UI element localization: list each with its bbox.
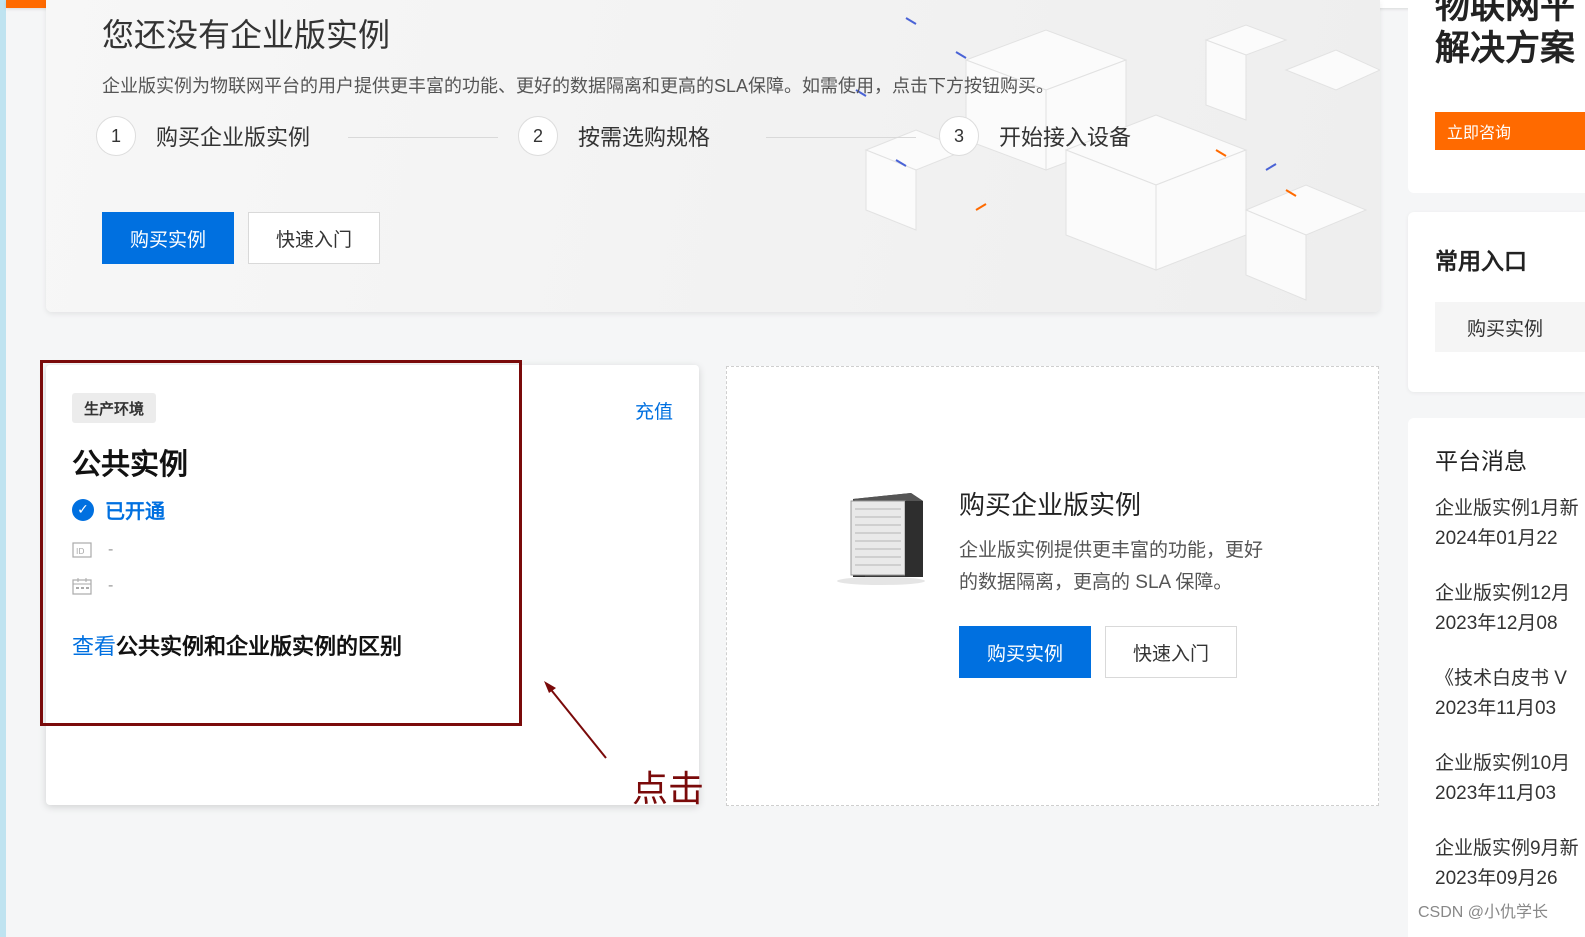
message-title: 企业版实例1月新 bbox=[1435, 498, 1579, 519]
message-item[interactable]: 企业版实例12月 2023年12月08 bbox=[1435, 579, 1585, 639]
message-item[interactable]: 企业版实例10月 2023年11月03 bbox=[1435, 749, 1585, 809]
enterprise-empty-hero: 您还没有企业版实例 企业版实例为物联网平台的用户提供更丰富的功能、更好的数据隔离… bbox=[46, 0, 1380, 312]
step-2: 2 按需选购规格 bbox=[518, 116, 710, 156]
message-item[interactable]: 《技术白皮书 V 2023年11月03 bbox=[1435, 664, 1585, 724]
platform-messages-card: 平台消息 企业版实例1月新 2024年01月22 企业版实例12月 2023年1… bbox=[1408, 418, 1585, 937]
message-date: 2023年12月08 bbox=[1435, 613, 1558, 634]
compare-text: 公共实例和企业版实例的区别 bbox=[116, 634, 403, 659]
message-title: 企业版实例12月 bbox=[1435, 583, 1571, 604]
hero-description: 企业版实例为物联网平台的用户提供更丰富的功能、更好的数据隔离和更高的SLA保障。… bbox=[102, 76, 1055, 96]
check-circle-icon: ✓ bbox=[72, 498, 94, 521]
step-label: 按需选购规格 bbox=[578, 125, 711, 150]
step-label: 购买企业版实例 bbox=[156, 125, 311, 150]
entry-buy-instance-button[interactable]: 购买实例 bbox=[1435, 302, 1585, 352]
recharge-link[interactable]: 充值 bbox=[635, 397, 673, 424]
message-title: 企业版实例10月 bbox=[1435, 753, 1571, 774]
step-connector bbox=[766, 137, 916, 138]
step-number: 2 bbox=[518, 116, 558, 156]
compare-link[interactable]: 查看 bbox=[72, 634, 116, 659]
message-item[interactable]: 企业版实例9月新 2023年09月26 bbox=[1435, 834, 1585, 894]
hero-buy-instance-button[interactable]: 购买实例 bbox=[102, 212, 234, 264]
entry-title: 常用入口 bbox=[1435, 248, 1527, 274]
consult-button[interactable]: 立即咨询 bbox=[1435, 112, 1585, 150]
step-3: 3 开始接入设备 bbox=[939, 116, 1131, 156]
solution-promo-card: 物联网平 解决方案 立即咨询 bbox=[1408, 0, 1585, 193]
instance-id-row: ID - bbox=[72, 541, 113, 559]
hero-quickstart-button[interactable]: 快速入门 bbox=[248, 212, 380, 264]
hero-title: 您还没有企业版实例 bbox=[102, 17, 391, 53]
public-instance-card[interactable]: 生产环境 充值 公共实例 ✓ 已开通 ID - - 查看公共实例和企业版实例的区… bbox=[46, 365, 699, 805]
message-date: 2023年11月03 bbox=[1435, 698, 1557, 719]
hero-illustration bbox=[855, 17, 1380, 301]
enterprise-description: 企业版实例提供更丰富的功能，更好的数据隔离，更高的 SLA 保障。 bbox=[959, 540, 1264, 593]
server-icon bbox=[837, 493, 925, 585]
status-row: ✓ 已开通 bbox=[72, 495, 165, 524]
message-title: 《技术白皮书 V bbox=[1435, 668, 1567, 689]
enterprise-buy-instance-button[interactable]: 购买实例 bbox=[959, 626, 1091, 678]
step-number: 3 bbox=[939, 116, 979, 156]
compare-row: 查看公共实例和企业版实例的区别 bbox=[72, 629, 402, 661]
annotation-label: 点击 bbox=[632, 768, 705, 809]
status-text: 已开通 bbox=[105, 501, 165, 523]
left-edge-strip bbox=[0, 0, 6, 937]
calendar-icon bbox=[72, 577, 92, 595]
promo-title: 解决方案 bbox=[1435, 29, 1576, 68]
instance-title: 公共实例 bbox=[72, 449, 189, 481]
step-label: 开始接入设备 bbox=[999, 125, 1132, 150]
message-date: 2023年11月03 bbox=[1435, 783, 1557, 804]
enterprise-title: 购买企业版实例 bbox=[959, 490, 1142, 520]
svg-text:ID: ID bbox=[76, 547, 85, 556]
step-1: 1 购买企业版实例 bbox=[96, 116, 310, 156]
step-number: 1 bbox=[96, 116, 136, 156]
instance-date-row: - bbox=[72, 577, 113, 595]
instance-date-value: - bbox=[108, 577, 114, 594]
buy-enterprise-card: 购买企业版实例 企业版实例提供更丰富的功能，更好的数据隔离，更高的 SLA 保障… bbox=[726, 366, 1379, 806]
step-connector bbox=[348, 137, 498, 138]
common-entry-card: 常用入口 购买实例 bbox=[1408, 212, 1585, 392]
messages-title: 平台消息 bbox=[1435, 448, 1527, 474]
enterprise-quickstart-button[interactable]: 快速入门 bbox=[1105, 626, 1237, 678]
message-date: 2024年01月22 bbox=[1435, 528, 1558, 549]
env-tag: 生产环境 bbox=[72, 393, 157, 423]
message-date: 2023年09月26 bbox=[1435, 868, 1558, 889]
instance-id-value: - bbox=[108, 541, 114, 558]
message-item[interactable]: 企业版实例1月新 2024年01月22 bbox=[1435, 494, 1585, 554]
id-card-icon: ID bbox=[72, 541, 92, 559]
watermark: CSDN @小仇学长 bbox=[1418, 904, 1549, 921]
message-title: 企业版实例9月新 bbox=[1435, 838, 1579, 859]
